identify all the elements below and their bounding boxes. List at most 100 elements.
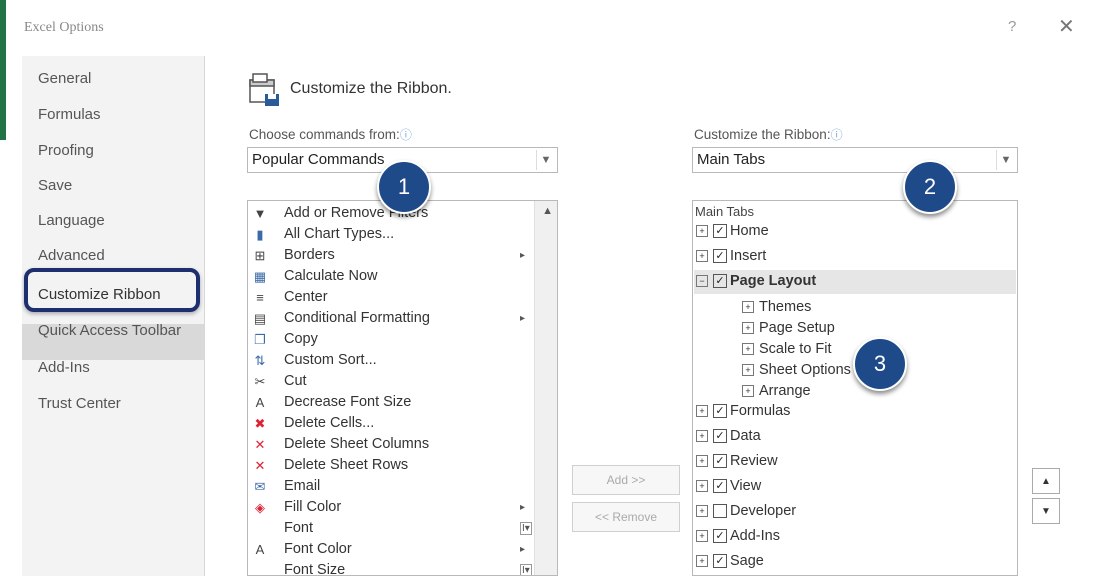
- expand-icon[interactable]: +: [696, 225, 708, 238]
- group-arrange[interactable]: + Arrange: [742, 383, 811, 399]
- command-item[interactable]: Delete Sheet Rows: [284, 457, 408, 473]
- nav-quick-access-toolbar[interactable]: Quick Access Toolbar: [38, 322, 181, 339]
- tab-checkbox[interactable]: ✓: [713, 224, 727, 239]
- expand-icon[interactable]: +: [696, 405, 708, 418]
- tab-checkbox[interactable]: ✓: [713, 529, 727, 544]
- tree-item-label: Page Setup: [759, 320, 835, 336]
- tree-item-label: Add-Ins: [730, 528, 780, 544]
- command-item[interactable]: Custom Sort...: [284, 352, 377, 368]
- choose-commands-value: Popular Commands: [252, 151, 385, 168]
- tab-review[interactable]: + ✓ Review: [696, 453, 778, 469]
- command-item[interactable]: Email: [284, 478, 320, 494]
- tab-page-layout[interactable]: − ✓ Page Layout: [696, 273, 816, 289]
- add-button[interactable]: Add >>: [572, 465, 680, 495]
- tab-checkbox[interactable]: ✓: [713, 554, 727, 569]
- collapse-icon[interactable]: −: [696, 275, 708, 288]
- tab-checkbox[interactable]: ✓: [713, 479, 727, 494]
- borders-icon: ⊞: [254, 248, 266, 263]
- command-item[interactable]: Font Size: [284, 562, 345, 575]
- command-item[interactable]: Delete Cells...: [284, 415, 374, 431]
- command-item[interactable]: Font: [284, 520, 313, 536]
- chevron-down-icon[interactable]: ▼: [996, 150, 1015, 170]
- callout-3: 3: [853, 337, 907, 391]
- chevron-down-icon[interactable]: ▼: [536, 150, 555, 170]
- excel-accent-strip: [0, 0, 6, 140]
- command-item[interactable]: Fill Color: [284, 499, 341, 515]
- tab-checkbox[interactable]: ✓: [713, 249, 727, 264]
- expand-icon[interactable]: +: [742, 322, 754, 335]
- command-item[interactable]: Cut: [284, 373, 307, 389]
- nav-formulas[interactable]: Formulas: [38, 106, 101, 123]
- help-button[interactable]: ?: [1008, 18, 1016, 35]
- nav-proofing[interactable]: Proofing: [38, 142, 94, 159]
- tab-view[interactable]: + ✓ View: [696, 478, 761, 494]
- customize-ribbon-dropdown[interactable]: Main Tabs ▼: [692, 147, 1018, 173]
- fill-color-icon: ◈: [255, 500, 265, 515]
- nav-general[interactable]: General: [38, 70, 91, 87]
- expand-icon[interactable]: +: [696, 250, 708, 263]
- commands-listbox[interactable]: ▲ ▼ Add or Remove Filters ▮ All Chart Types…: [247, 200, 558, 576]
- tab-checkbox[interactable]: [713, 504, 727, 519]
- tab-checkbox[interactable]: ✓: [713, 429, 727, 444]
- tab-checkbox[interactable]: ✓: [713, 404, 727, 419]
- tree-item-label: View: [730, 478, 762, 494]
- nav-trust-center[interactable]: Trust Center: [38, 395, 121, 412]
- group-sheet-options[interactable]: + Sheet Options: [742, 362, 851, 378]
- tab-formulas[interactable]: + ✓ Formulas: [696, 403, 790, 419]
- conditional-formatting-icon: ▤: [253, 311, 267, 326]
- delete-columns-icon: ✕: [254, 437, 266, 452]
- command-item[interactable]: Delete Sheet Columns: [284, 436, 429, 452]
- expand-icon[interactable]: +: [742, 301, 754, 314]
- group-page-setup[interactable]: + Page Setup: [742, 320, 835, 336]
- nav-save[interactable]: Save: [38, 177, 72, 194]
- arrow-up-icon: ▲: [1041, 476, 1051, 487]
- command-item[interactable]: Font Color: [284, 541, 352, 557]
- move-down-button[interactable]: ▼: [1032, 498, 1060, 524]
- command-item[interactable]: Copy: [284, 331, 318, 347]
- submenu-arrow-icon: ▸: [520, 502, 526, 513]
- command-item[interactable]: Borders: [284, 247, 335, 263]
- nav-language[interactable]: Language: [38, 212, 105, 229]
- expand-icon[interactable]: +: [696, 480, 708, 493]
- tree-item-label: Themes: [759, 299, 812, 315]
- remove-button[interactable]: << Remove: [572, 502, 680, 532]
- tab-data[interactable]: + ✓ Data: [696, 428, 761, 444]
- move-up-button[interactable]: ▲: [1032, 468, 1060, 494]
- expand-icon[interactable]: +: [742, 385, 754, 398]
- tree-item-label: Developer: [730, 503, 797, 519]
- tab-add-ins[interactable]: + ✓ Add-Ins: [696, 528, 780, 544]
- command-item[interactable]: Decrease Font Size: [284, 394, 411, 410]
- expand-icon[interactable]: +: [696, 530, 708, 543]
- tree-item-label: Arrange: [759, 383, 811, 399]
- tab-home[interactable]: + ✓ Home: [696, 223, 769, 239]
- tab-sage[interactable]: + ✓ Sage: [696, 553, 764, 569]
- group-themes[interactable]: + Themes: [742, 299, 811, 315]
- expand-icon[interactable]: +: [696, 455, 708, 468]
- callout-2: 2: [903, 160, 957, 214]
- nav-advanced[interactable]: Advanced: [38, 247, 105, 264]
- expand-icon[interactable]: +: [742, 364, 754, 377]
- submenu-arrow-icon: ▸: [520, 544, 526, 555]
- tab-insert[interactable]: + ✓ Insert: [696, 248, 766, 264]
- tab-checkbox[interactable]: ✓: [713, 274, 727, 289]
- commands-scrollbar[interactable]: ▲: [534, 201, 557, 575]
- command-item[interactable]: All Chart Types...: [284, 226, 394, 242]
- expand-icon[interactable]: +: [696, 430, 708, 443]
- command-item[interactable]: Calculate Now: [284, 268, 378, 284]
- expand-icon[interactable]: +: [696, 505, 708, 518]
- nav-add-ins[interactable]: Add-Ins: [38, 359, 90, 376]
- group-scale-to-fit[interactable]: + Scale to Fit: [742, 341, 832, 357]
- tab-developer[interactable]: + Developer: [696, 503, 796, 519]
- scroll-up-icon[interactable]: ▲: [542, 205, 553, 217]
- command-item[interactable]: Center: [284, 289, 328, 305]
- expand-icon[interactable]: +: [742, 343, 754, 356]
- close-button[interactable]: ✕: [1058, 14, 1075, 39]
- expand-icon[interactable]: +: [696, 555, 708, 568]
- font-size-icon: [252, 563, 268, 575]
- command-item[interactable]: Conditional Formatting: [284, 310, 430, 326]
- customize-ribbon-value: Main Tabs: [697, 151, 766, 168]
- tree-item-label: Insert: [730, 248, 767, 264]
- customize-ribbon-highlight-ring: [24, 268, 200, 312]
- tab-checkbox[interactable]: ✓: [713, 454, 727, 469]
- section-heading: Customize the Ribbon.: [290, 80, 452, 97]
